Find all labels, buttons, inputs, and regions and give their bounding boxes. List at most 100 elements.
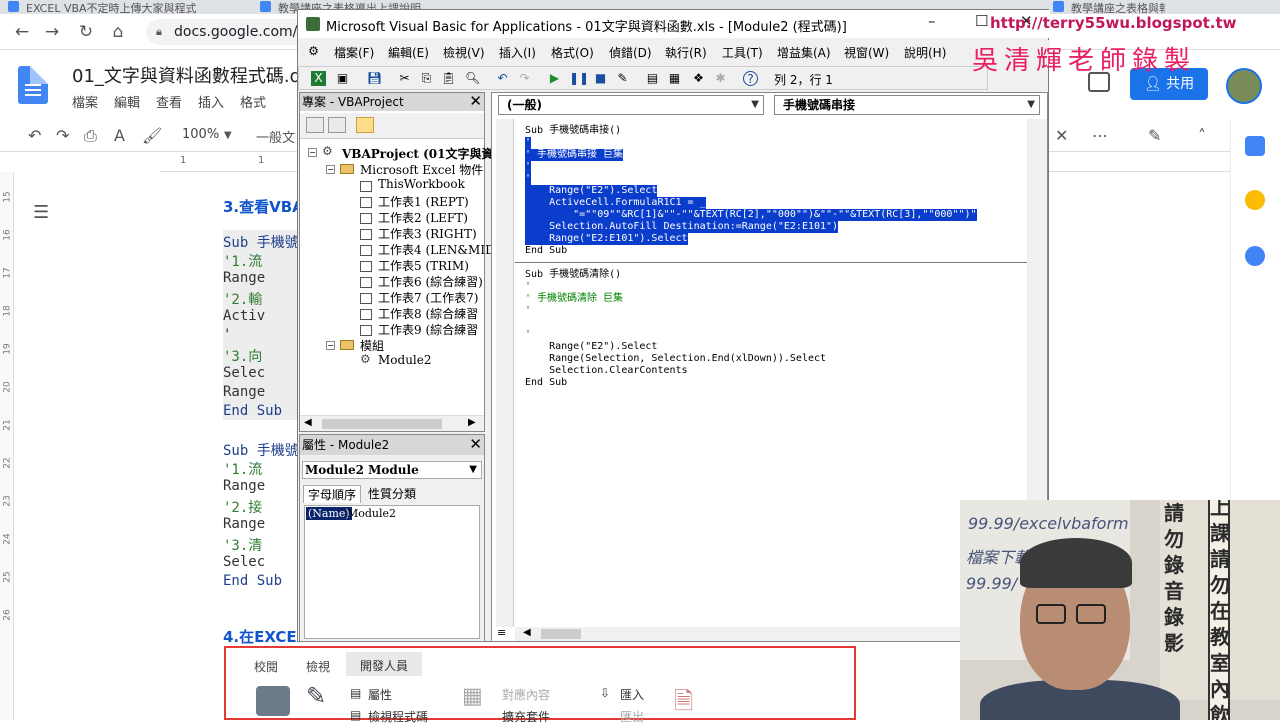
collapse-icon[interactable]: − xyxy=(308,148,317,157)
calendar-icon[interactable] xyxy=(1245,136,1265,156)
code-editor[interactable]: Sub 手機號碼串接() ' ' 手機號碼串接 巨集 ' ' Range("E2").S… xyxy=(515,119,1027,627)
object-combo[interactable]: (一般) ▼ xyxy=(498,95,764,115)
code-line[interactable]: End Sub xyxy=(525,245,567,257)
view-code-icon[interactable] xyxy=(306,117,324,133)
reset-icon[interactable]: ■ xyxy=(593,71,608,86)
code-line[interactable]: ActiveCell.FormulaR1C1 = _ xyxy=(525,197,706,209)
print-icon[interactable]: ⎙ xyxy=(84,126,97,146)
help-icon[interactable]: ? xyxy=(743,71,758,86)
avatar[interactable] xyxy=(1226,68,1262,104)
tab-alphabetic[interactable]: 字母順序 xyxy=(303,485,362,503)
scroll-thumb[interactable] xyxy=(322,419,442,429)
spellcheck-icon[interactable]: A xyxy=(114,126,125,145)
menu-edit[interactable]: 編輯 xyxy=(114,92,140,111)
property-value[interactable]: Module2 xyxy=(347,507,396,520)
cut-icon[interactable]: ✂ xyxy=(397,71,412,86)
code-line[interactable]: Selection.AutoFill Destination:=Range("E… xyxy=(525,221,839,233)
tree-item[interactable]: 工作表6 (綜合練習) xyxy=(378,273,483,290)
code-line[interactable]: Range("E2:E101").Select xyxy=(525,233,688,245)
document-outline-icon[interactable]: ☰ xyxy=(33,202,49,223)
clear-format-icon[interactable]: ✕ xyxy=(1055,126,1068,145)
tree-excel-objects[interactable]: Microsoft Excel 物件 xyxy=(360,161,483,178)
code-line[interactable]: Sub 手機號碼清除() xyxy=(525,269,621,281)
procedure-combo[interactable]: 手機號碼串接 ▼ xyxy=(774,95,1040,115)
scroll-right-icon[interactable]: ▶ xyxy=(468,417,476,428)
code-line[interactable]: ' xyxy=(525,329,531,341)
find-icon[interactable]: 🔍︎ xyxy=(465,71,480,86)
tree-item[interactable]: 工作表4 (LEN&MID xyxy=(378,241,495,258)
code-line[interactable]: ' 手機號碼清除 巨集 xyxy=(525,293,623,305)
redo-icon[interactable]: ↷ xyxy=(56,126,69,145)
procedure-view-icon[interactable]: ≡ xyxy=(497,626,506,639)
vba-menu-tools[interactable]: 工具(T) xyxy=(722,44,763,61)
code-line[interactable]: ' xyxy=(525,305,531,317)
vba-menu-format[interactable]: 格式(O) xyxy=(551,44,594,61)
more-options-icon[interactable]: ⋯ xyxy=(1092,126,1108,145)
collapse-icon[interactable]: ˄ xyxy=(1198,126,1206,145)
close-icon[interactable]: ✕ xyxy=(469,92,482,110)
vba-menu-edit[interactable]: 編輯(E) xyxy=(388,44,429,61)
code-line[interactable]: Range("E2").Select xyxy=(525,185,658,197)
menu-format[interactable]: 格式 xyxy=(240,92,266,111)
excel-view-icon[interactable]: X xyxy=(311,71,326,86)
tree-item[interactable]: 工作表9 (綜合練習 xyxy=(378,321,478,338)
google-docs-logo-icon[interactable] xyxy=(18,66,48,104)
zoom-select[interactable]: 100% xyxy=(182,127,219,142)
tree-item[interactable]: 工作表1 (REPT) xyxy=(378,193,469,210)
run-icon[interactable]: ▶ xyxy=(547,71,562,86)
browser-tab[interactable]: EXCEL VBA不定時上傳大家與程式 xyxy=(0,0,250,14)
edit-mode-icon[interactable]: ✎ xyxy=(1148,126,1161,145)
tree-item[interactable]: 工作表3 (RIGHT) xyxy=(378,225,477,242)
tree-item[interactable]: 工作表8 (綜合練習 xyxy=(378,305,478,322)
tree-item[interactable]: ThisWorkbook xyxy=(378,177,465,191)
code-line[interactable]: ' xyxy=(525,281,531,293)
code-line[interactable]: "=""09""&RC[1]&""-""&TEXT(RC[2],""000"")… xyxy=(525,209,977,221)
tree-item[interactable]: 工作表7 (工作表7) xyxy=(378,289,478,306)
tree-item[interactable]: 工作表5 (TRIM) xyxy=(378,257,469,274)
undo-icon[interactable]: ↶ xyxy=(28,126,41,145)
break-icon[interactable]: ❚❚ xyxy=(569,71,589,86)
menu-insert[interactable]: 插入 xyxy=(198,92,224,111)
copy-icon[interactable]: ⎘ xyxy=(419,71,434,86)
maximize-icon[interactable]: ☐ xyxy=(975,12,988,30)
scroll-left-icon[interactable]: ◀ xyxy=(523,627,531,638)
collapse-icon[interactable]: − xyxy=(326,341,335,350)
menu-file[interactable]: 檔案 xyxy=(72,92,98,111)
tab-categorized[interactable]: 性質分類 xyxy=(364,485,420,503)
collapse-icon[interactable]: − xyxy=(326,165,335,174)
property-name[interactable]: (Name) xyxy=(306,507,352,520)
insert-module-icon[interactable]: ▣ xyxy=(335,71,350,86)
code-margin[interactable] xyxy=(496,119,514,627)
horizontal-scrollbar[interactable]: ◀ ▶ xyxy=(300,415,484,431)
code-line[interactable]: Selection.ClearContents xyxy=(525,365,687,377)
menu-view[interactable]: 查看 xyxy=(156,92,182,111)
properties-window-icon[interactable]: ▦ xyxy=(667,71,682,86)
browser-tab[interactable]: 教學講座之表格與報表設計重點 xyxy=(1045,0,1165,14)
vba-menu-insert[interactable]: 插入(I) xyxy=(499,44,536,61)
undo-icon[interactable]: ↶ xyxy=(495,71,510,86)
object-browser-icon[interactable]: ❖ xyxy=(691,71,706,86)
forward-arrow-icon[interactable]: → xyxy=(42,22,62,42)
save-icon[interactable]: 💾︎ xyxy=(367,71,382,86)
vba-menu-help[interactable]: 說明(H) xyxy=(904,44,946,61)
code-line[interactable]: ' xyxy=(525,173,532,185)
project-explorer-icon[interactable]: ▤ xyxy=(645,71,660,86)
tree-vbaproject[interactable]: VBAProject (01文字與資 xyxy=(342,145,494,162)
paste-icon[interactable]: 📋︎ xyxy=(441,71,456,86)
redo-icon[interactable]: ↷ xyxy=(517,71,532,86)
code-line[interactable]: ' xyxy=(525,137,532,149)
keep-icon[interactable] xyxy=(1245,190,1265,210)
vba-menu-view[interactable]: 檢視(V) xyxy=(443,44,485,61)
tasks-icon[interactable] xyxy=(1245,246,1265,266)
vba-menu-window[interactable]: 視窗(W) xyxy=(844,44,889,61)
scroll-left-icon[interactable]: ◀ xyxy=(304,417,312,428)
home-icon[interactable]: ⌂ xyxy=(108,22,128,42)
code-line[interactable]: Range("E2").Select xyxy=(525,341,657,353)
paint-format-icon[interactable]: 🖌︎ xyxy=(142,126,162,145)
document-title[interactable]: 01_文字與資料函數程式碼.d xyxy=(72,62,301,88)
vba-menu-addins[interactable]: 增益集(A) xyxy=(777,44,831,61)
vba-menu-file[interactable]: 檔案(F) xyxy=(334,44,374,61)
vba-menu-run[interactable]: 執行(R) xyxy=(665,44,707,61)
vba-menu-debug[interactable]: 偵錯(D) xyxy=(609,44,652,61)
minimize-icon[interactable]: – xyxy=(928,12,936,30)
